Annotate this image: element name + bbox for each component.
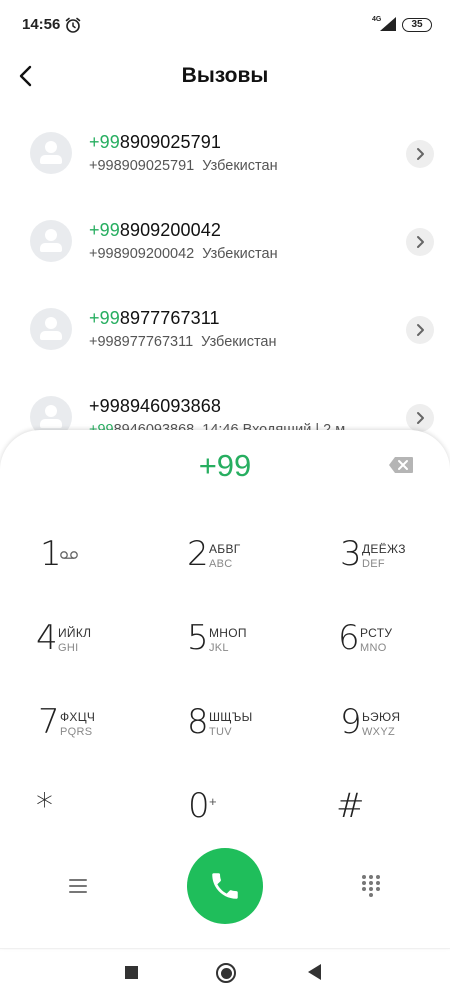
- detail-button[interactable]: [406, 404, 434, 432]
- key-star[interactable]: *: [36, 786, 166, 846]
- home-button[interactable]: [216, 963, 236, 983]
- person-icon: [30, 132, 72, 174]
- backspace-icon: [389, 457, 413, 473]
- list-item[interactable]: +998909200042 +998909200042 Узбекистан: [0, 198, 450, 286]
- call-number: +998909025791: [89, 132, 221, 152]
- call-list: +998909025791 +998909025791 Узбекистан +9…: [0, 110, 450, 462]
- dialpad-actions: [0, 848, 450, 928]
- call-button[interactable]: [187, 848, 263, 924]
- menu-icon[interactable]: [66, 876, 90, 896]
- key-8[interactable]: 8 ШЩЪЫ TUV: [187, 702, 317, 762]
- signal-strength-icon: [380, 17, 396, 31]
- key-6[interactable]: 6 РСТУ MNO: [338, 618, 450, 678]
- call-number: +998909200042: [89, 220, 221, 240]
- call-number: +998946093868: [89, 396, 221, 416]
- dialed-number: +99: [198, 448, 252, 483]
- call-number: +998977767311: [89, 308, 220, 328]
- person-icon: [30, 308, 72, 350]
- key-1[interactable]: 1: [40, 534, 170, 594]
- nav-back-button[interactable]: [308, 964, 321, 980]
- header: Вызовы: [0, 52, 450, 102]
- chevron-right-icon: [417, 148, 424, 160]
- battery-indicator: 35: [402, 18, 432, 32]
- call-subtitle: +998977767311 Узбекистан: [89, 334, 277, 350]
- dialer-screen: 14:56 4G 35 Вызовы +998909025791 +998909…: [0, 0, 450, 1000]
- system-nav-bar: [0, 948, 450, 1000]
- backspace-button[interactable]: [388, 456, 414, 474]
- key-0[interactable]: 0 +: [188, 786, 318, 846]
- dialpad-sheet: +99 1 2 АБВГ ABC 3 ДЕЁЖЗ DEF 4 ИЙКЛ GHI …: [0, 430, 450, 948]
- list-item[interactable]: +998909025791 +998909025791 Узбекистан: [0, 110, 450, 198]
- phone-icon: [212, 873, 238, 899]
- detail-button[interactable]: [406, 228, 434, 256]
- status-bar: 14:56 4G 35: [0, 0, 450, 52]
- person-icon: [30, 220, 72, 262]
- page-title: Вызовы: [181, 64, 269, 87]
- chevron-right-icon: [417, 236, 424, 248]
- key-3[interactable]: 3 ДЕЁЖЗ DEF: [340, 534, 450, 594]
- key-4[interactable]: 4 ИЙКЛ GHI: [36, 618, 166, 678]
- detail-button[interactable]: [406, 316, 434, 344]
- dialpad-icon[interactable]: [360, 874, 382, 898]
- call-subtitle: +998909025791 Узбекистан: [89, 158, 278, 174]
- recents-button[interactable]: [125, 966, 138, 979]
- chevron-right-icon: [417, 412, 424, 424]
- key-hash[interactable]: #: [336, 786, 450, 846]
- alarm-clock-icon: [65, 17, 81, 33]
- key-5[interactable]: 5 МНОП JKL: [187, 618, 317, 678]
- key-2[interactable]: 2 АБВГ ABC: [187, 534, 317, 594]
- list-item[interactable]: +998977767311 +998977767311 Узбекистан: [0, 286, 450, 374]
- detail-button[interactable]: [406, 140, 434, 168]
- status-time: 14:56: [22, 16, 61, 33]
- key-9[interactable]: 9 ЬЭЮЯ WXYZ: [340, 702, 450, 762]
- key-7[interactable]: 7 ФХЦЧ PQRS: [38, 702, 168, 762]
- chevron-right-icon: [417, 324, 424, 336]
- call-subtitle: +998909200042 Узбекистан: [89, 246, 278, 262]
- voicemail-icon: [60, 551, 78, 559]
